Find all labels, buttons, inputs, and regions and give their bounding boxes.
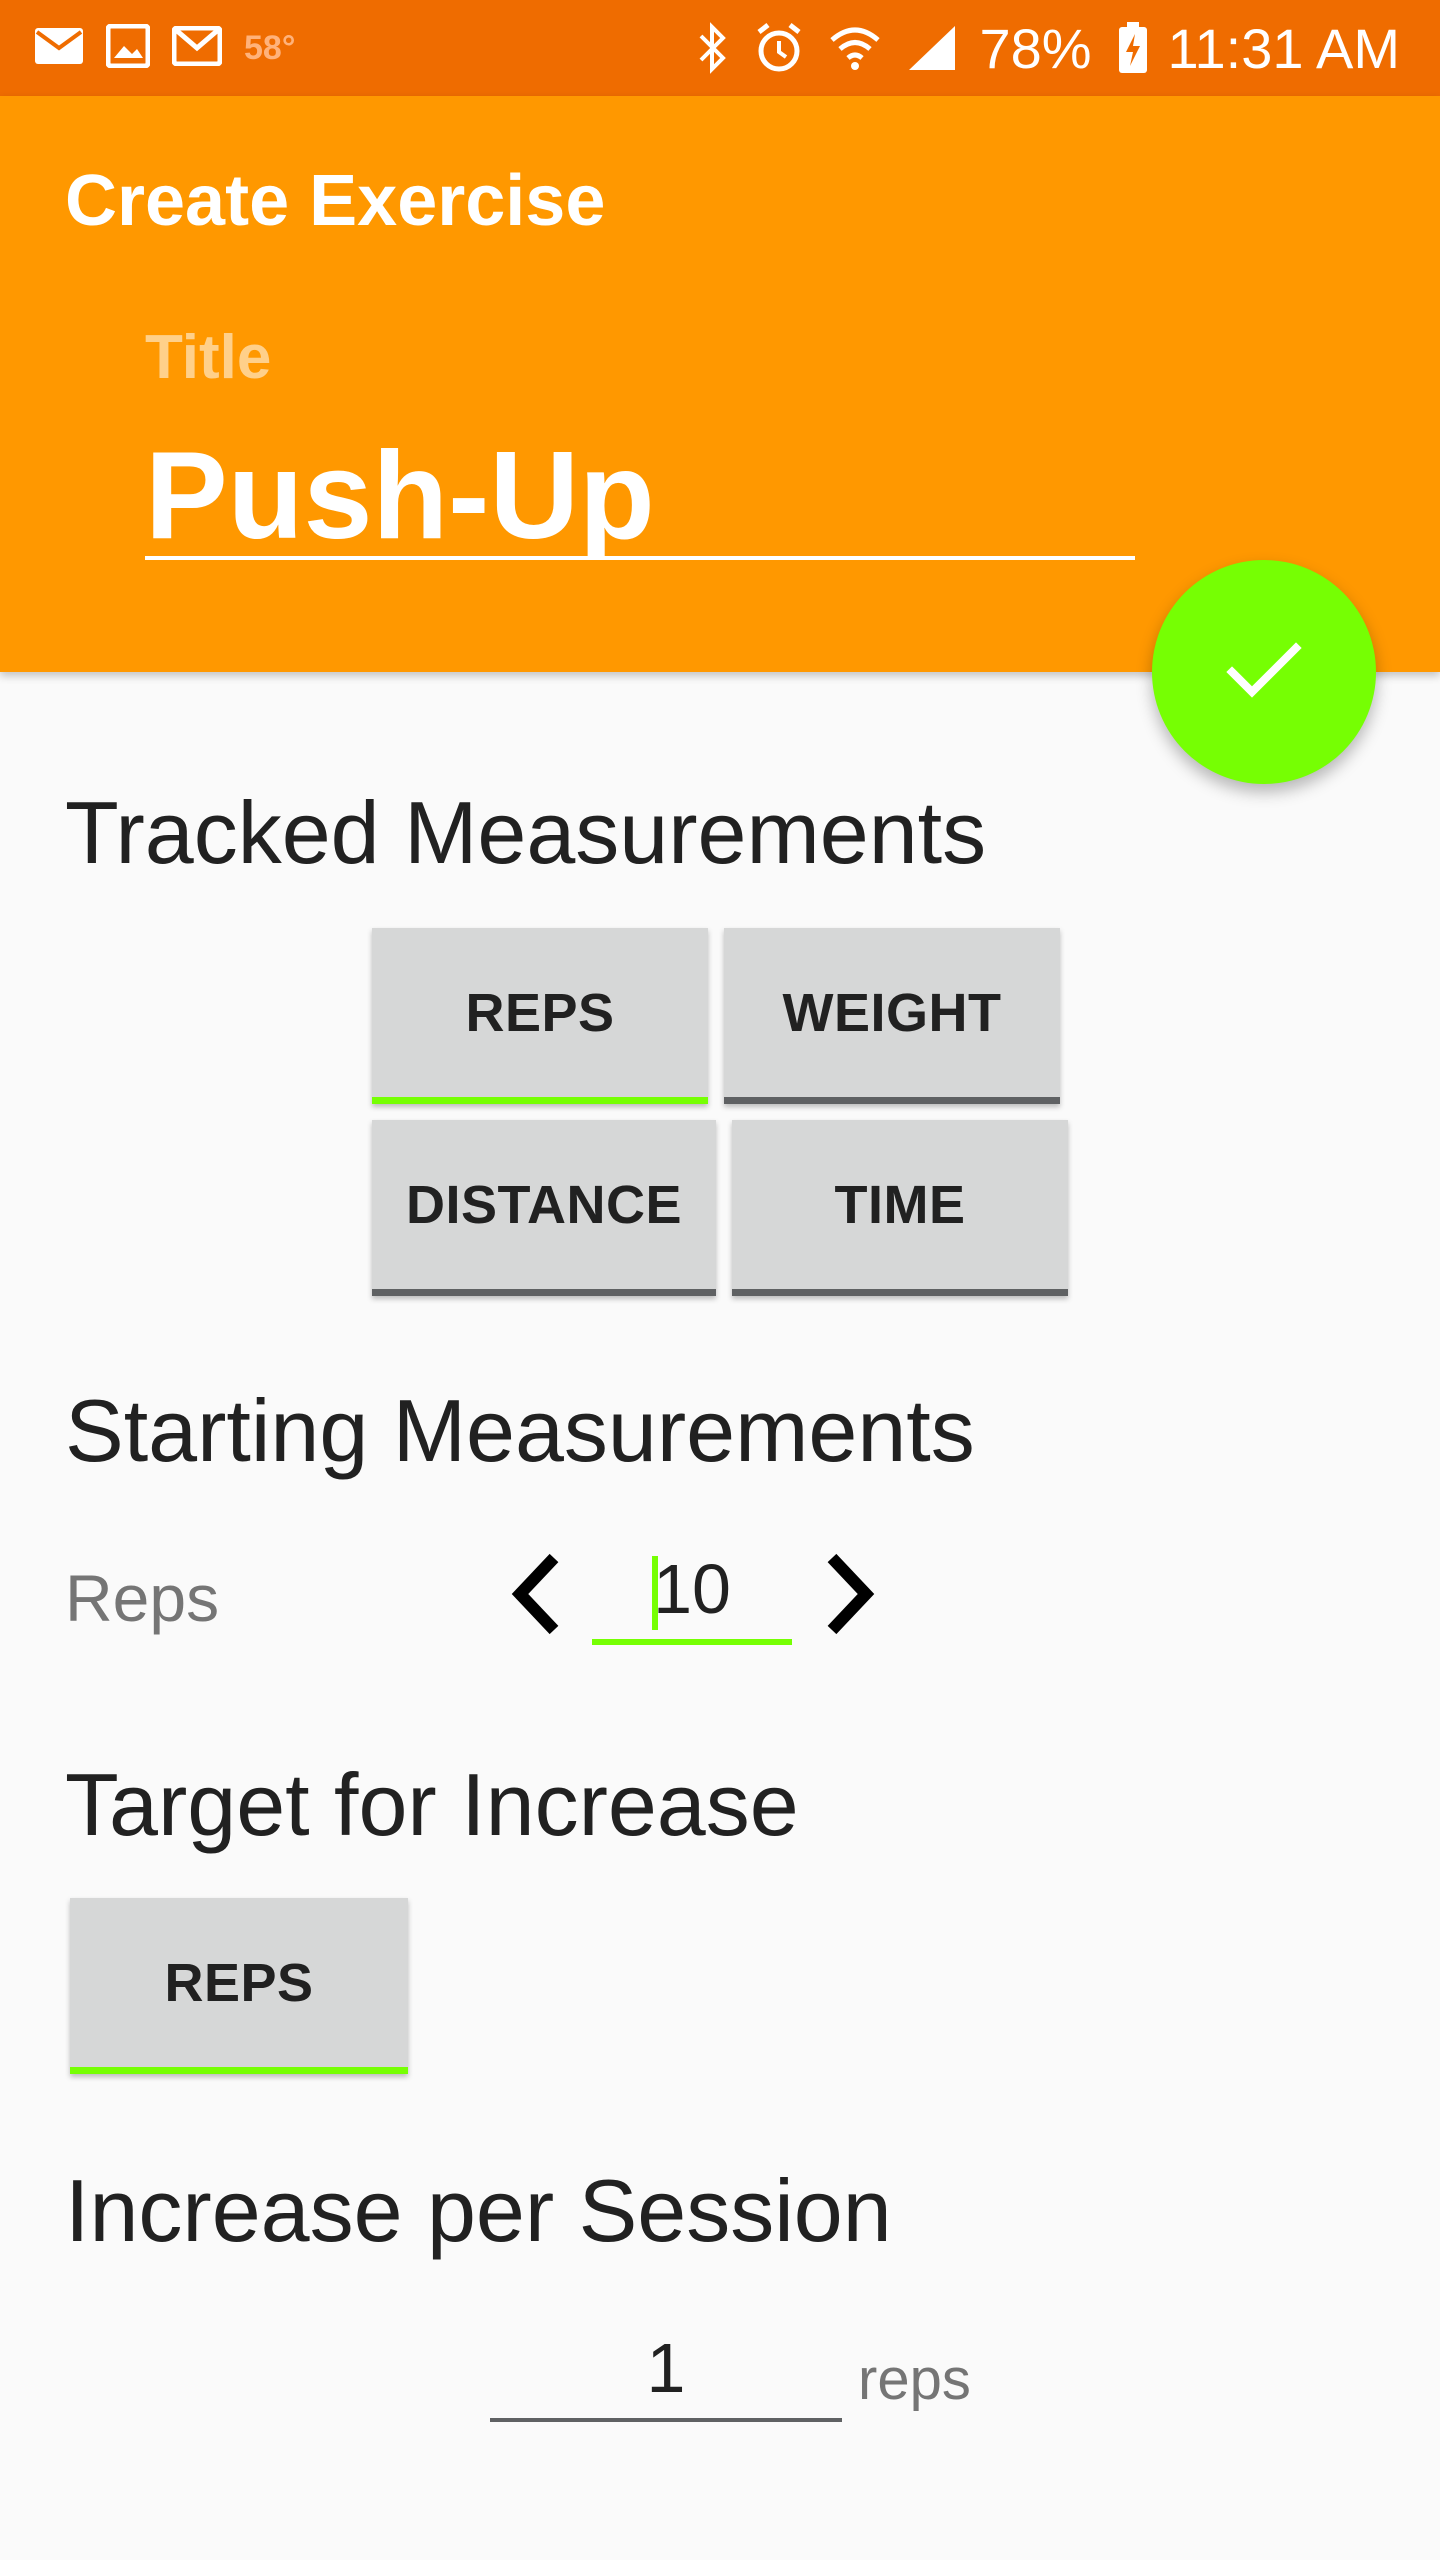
alarm-icon bbox=[755, 22, 803, 74]
battery-percent: 78% bbox=[979, 16, 1092, 80]
increase-unit: reps bbox=[858, 2347, 971, 2412]
title-input[interactable] bbox=[145, 436, 1135, 560]
text-cursor bbox=[652, 1556, 658, 1630]
reps-label: Reps bbox=[65, 1561, 220, 1635]
battery-charging-icon bbox=[1118, 22, 1148, 74]
increase-input[interactable]: 1 bbox=[490, 2318, 842, 2422]
check-icon bbox=[1224, 638, 1304, 707]
starting-measurements-heading: Starting Measurements bbox=[65, 1381, 975, 1480]
title-label: Title bbox=[145, 323, 272, 392]
gmail-icon bbox=[171, 25, 223, 71]
chevron-right-icon bbox=[818, 1553, 878, 1640]
tracked-measurements-heading: Tracked Measurements bbox=[65, 783, 987, 882]
signal-icon bbox=[907, 24, 957, 72]
clock: 11:31 AM bbox=[1167, 16, 1400, 80]
image-icon bbox=[105, 23, 151, 73]
starting-reps-input[interactable]: 10 bbox=[592, 1535, 792, 1645]
toggle-reps[interactable]: REPS bbox=[372, 928, 708, 1104]
status-bar: 58° 78% 11:31 AM bbox=[0, 0, 1440, 96]
temperature: 58° bbox=[244, 28, 296, 67]
target-for-increase-heading: Target for Increase bbox=[65, 1755, 799, 1854]
target-toggle-reps[interactable]: REPS bbox=[70, 1898, 408, 2074]
toggle-time[interactable]: TIME bbox=[732, 1120, 1068, 1296]
wifi-icon bbox=[829, 24, 881, 72]
mail-icon bbox=[34, 27, 84, 70]
page-title: Create Exercise bbox=[65, 161, 606, 241]
toggle-distance[interactable]: DISTANCE bbox=[372, 1120, 716, 1296]
chevron-left-icon bbox=[508, 1553, 568, 1640]
decrement-button[interactable] bbox=[508, 1552, 568, 1641]
bluetooth-icon bbox=[697, 22, 729, 74]
increment-button[interactable] bbox=[818, 1552, 878, 1641]
toggle-weight[interactable]: WEIGHT bbox=[724, 928, 1060, 1104]
save-button[interactable] bbox=[1152, 560, 1376, 784]
increase-per-session-heading: Increase per Session bbox=[65, 2161, 892, 2260]
